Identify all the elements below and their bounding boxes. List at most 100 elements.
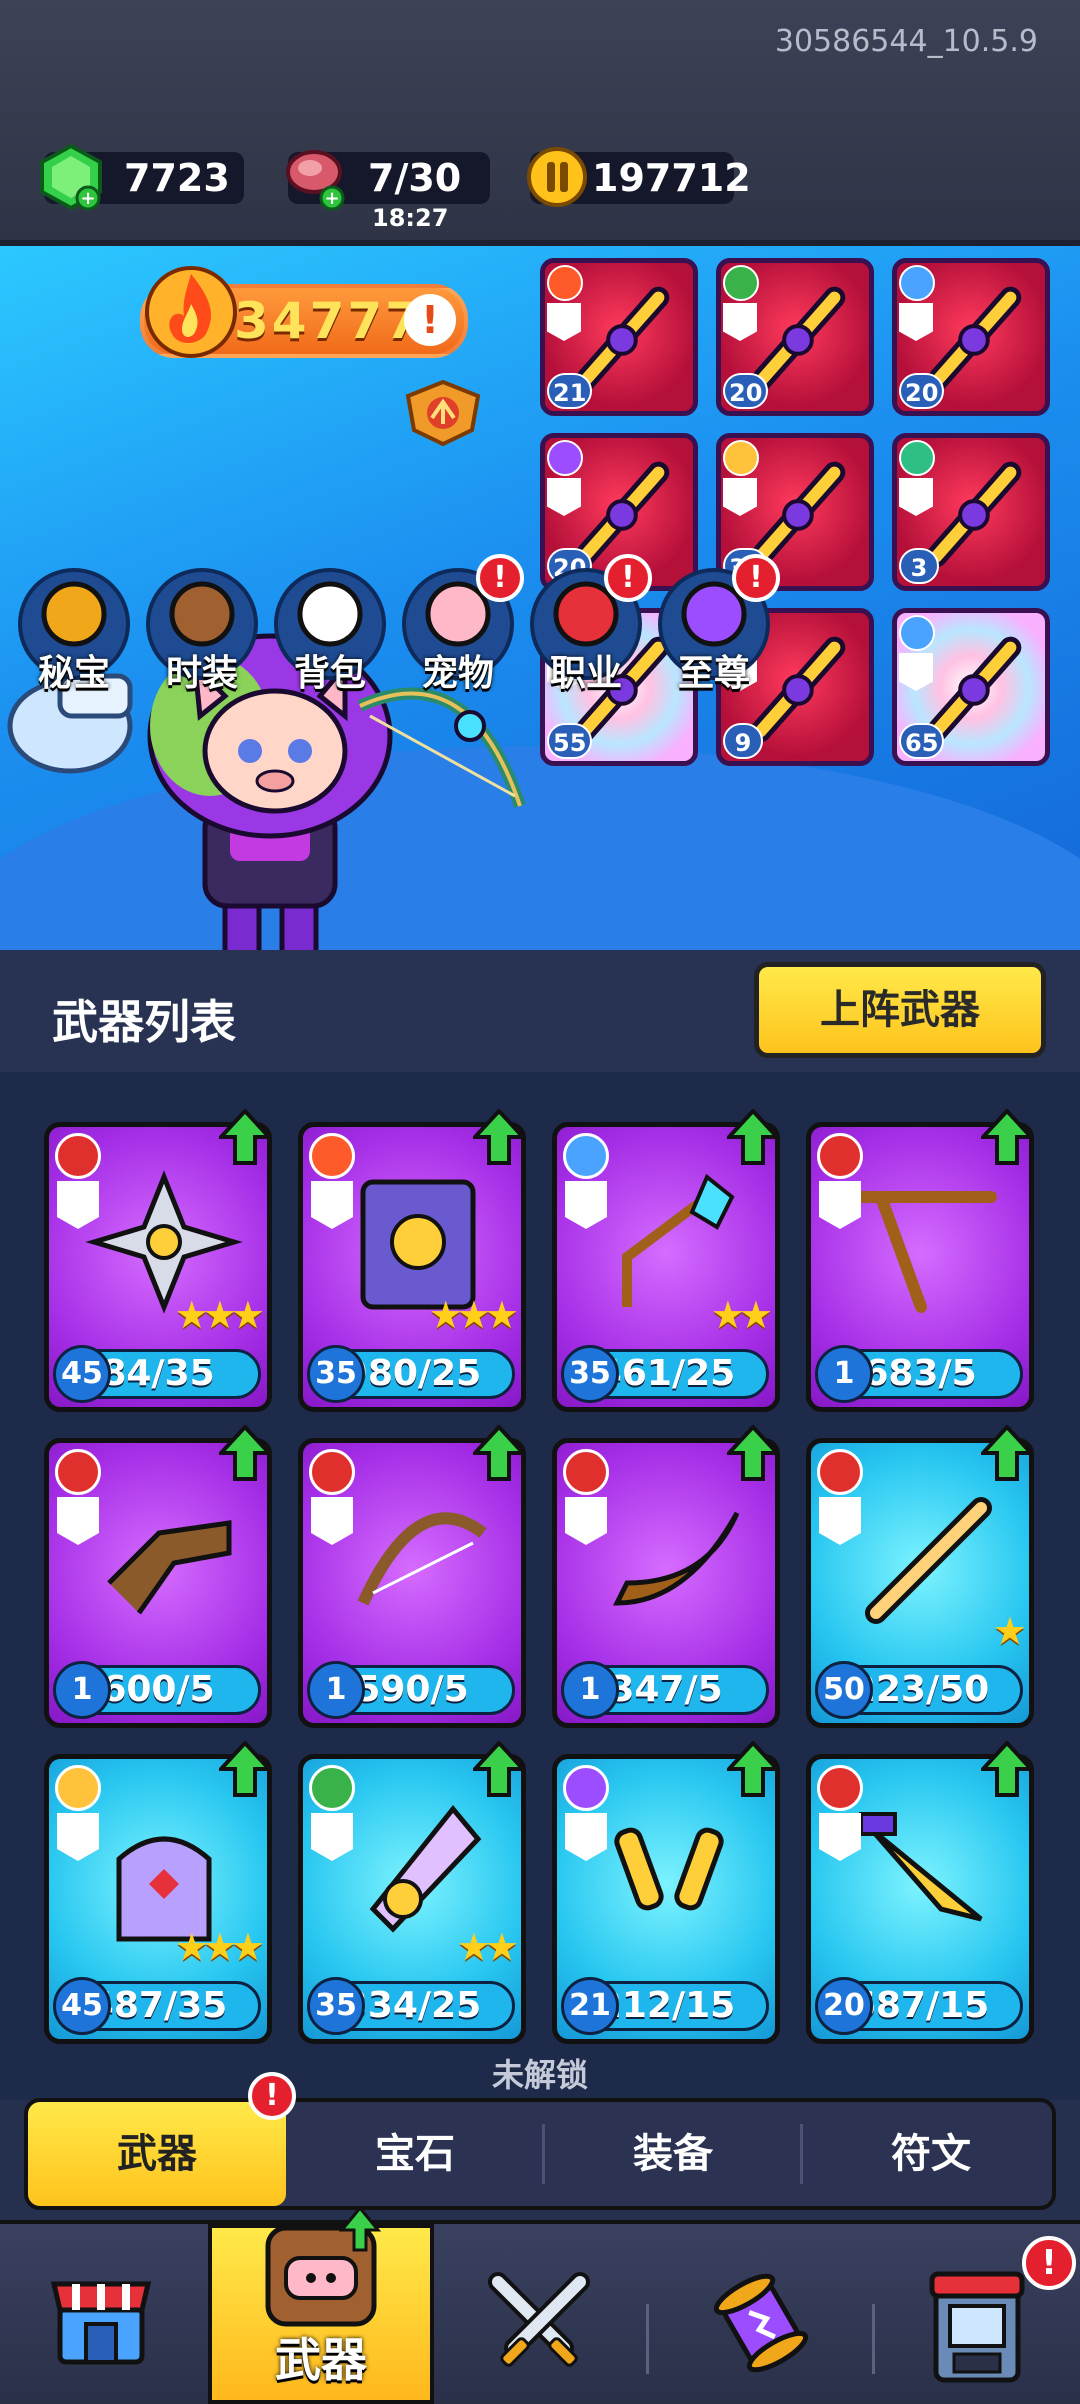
feature-button[interactable]: 宠物! <box>398 554 524 694</box>
weapon-icon <box>357 1512 487 1606</box>
equipped-weapon-slot[interactable]: 65 <box>892 608 1050 766</box>
star-rating: ★★ <box>456 1925 519 1969</box>
shop-icon <box>50 2281 152 2365</box>
weapon-card[interactable]: ★★★ 980/25 35 <box>298 1109 526 1412</box>
locked-section-label: 未解锁 <box>491 2056 588 2094</box>
equipped-weapon-level: 3 <box>899 548 939 584</box>
upgrade-arrow-icon <box>981 1425 1033 1481</box>
feature-button[interactable]: 职业! <box>526 554 652 694</box>
feature-label: 背包 <box>293 653 366 694</box>
element-icon <box>817 1449 863 1495</box>
weapon-icon <box>107 1520 232 1615</box>
element-icon <box>723 265 759 301</box>
feature-button[interactable]: 时装 <box>142 564 262 694</box>
weapon-card[interactable]: 683/5 1 <box>806 1109 1034 1412</box>
element-icon <box>547 440 583 476</box>
vending-machine-icon <box>929 2271 1025 2383</box>
weapon-level: 45 <box>53 1345 111 1403</box>
tab-gems[interactable]: 宝石 <box>286 2102 544 2206</box>
element-icon <box>55 1449 101 1495</box>
element-icon <box>899 440 935 476</box>
flame-power-icon <box>145 266 237 358</box>
coin-counter[interactable]: 197712 <box>527 147 751 207</box>
equipped-weapon-slot[interactable]: 20 <box>716 258 874 416</box>
equipped-weapon-slot[interactable]: 3 <box>892 433 1050 591</box>
energy-timer: 18:27 <box>372 204 449 232</box>
gold-coin-icon <box>527 147 587 207</box>
weapon-grid: ★★★ 84/35 45 ★★★ 980/25 35 ★★ 461/25 35 683/5 1 600… <box>0 1072 1080 2100</box>
weapon-level: 45 <box>53 1977 111 2035</box>
weapon-card[interactable]: 212/15 21 <box>552 1741 780 2044</box>
weapon-card[interactable]: 687/15 20 <box>806 1741 1034 2044</box>
deploy-weapons-button[interactable]: 上阵武器 <box>754 962 1046 1058</box>
weapon-level: 21 <box>561 1977 619 2035</box>
element-icon <box>547 265 583 301</box>
weapon-icon <box>859 1812 983 1922</box>
alert-badge: ! <box>732 554 780 602</box>
upgrade-arrow-icon <box>473 1109 525 1165</box>
equipped-weapon-level: 9 <box>723 723 763 759</box>
equipped-weapon-level: 20 <box>899 373 945 409</box>
weapon-card[interactable]: ★★★ 487/35 45 <box>44 1741 272 2044</box>
star-rating: ★ <box>992 1609 1027 1653</box>
element-icon <box>55 1765 101 1811</box>
nav-weapons-label: 武器 <box>275 2333 367 2387</box>
weapon-level: 1 <box>53 1661 111 1719</box>
element-icon <box>563 1133 609 1179</box>
element-icon <box>817 1765 863 1811</box>
equipped-weapon-slot[interactable]: 20 <box>892 258 1050 416</box>
weapon-card[interactable]: ★★ 334/25 35 <box>298 1741 526 2044</box>
weapon-level: 1 <box>307 1661 365 1719</box>
weapon-icon <box>614 1827 724 1911</box>
resource-bar: 30586544_10.5.9 + 7723 + 7/30 18:27 1977… <box>0 0 1080 246</box>
weapon-icon <box>612 1511 740 1606</box>
weapon-level: 1 <box>815 1345 873 1403</box>
gem-counter[interactable]: + 7723 <box>40 143 244 211</box>
store-alert-badge: ! <box>1022 2236 1076 2290</box>
element-icon <box>723 440 759 476</box>
feature-label: 秘宝 <box>37 653 110 694</box>
feature-button[interactable]: 秘宝 <box>14 564 134 694</box>
crossed-swords-icon <box>488 2272 590 2367</box>
weapon-card[interactable]: ★ 223/50 50 <box>806 1425 1034 1728</box>
feature-label: 时装 <box>165 653 238 694</box>
upgrade-arrow-icon <box>219 1425 271 1481</box>
weapon-level: 35 <box>561 1345 619 1403</box>
nav-shop[interactable] <box>0 2238 200 2394</box>
feature-button[interactable]: 至尊! <box>654 554 780 694</box>
upgrade-arrow-icon <box>981 1109 1033 1165</box>
upgrade-arrow-icon <box>727 1425 779 1481</box>
power-score[interactable]: 34777 ! <box>140 266 468 358</box>
star-rating: ★★★ <box>428 1293 519 1337</box>
power-info-icon[interactable]: ! <box>404 294 456 346</box>
category-tabs: 武器 ! 宝石 装备 符文 <box>24 2072 1056 2210</box>
magic-scroll-icon <box>713 2273 809 2373</box>
energy-counter[interactable]: + 7/30 <box>286 150 490 211</box>
nav-battle[interactable] <box>440 2238 640 2394</box>
weapon-card[interactable]: 590/5 1 <box>298 1425 526 1728</box>
feature-label: 至尊 <box>677 653 750 694</box>
tab-runes[interactable]: 符文 <box>802 2102 1060 2206</box>
tab-weapons[interactable]: 武器 <box>28 2102 286 2206</box>
tab-equipment[interactable]: 装备 <box>544 2102 802 2206</box>
feature-label: 职业 <box>549 653 622 694</box>
star-rating: ★★ <box>710 1293 773 1337</box>
weapon-card[interactable]: ★★ 461/25 35 <box>552 1109 780 1412</box>
weapon-card[interactable]: ★★★ 84/35 45 <box>44 1109 272 1412</box>
equipped-weapon-level: 55 <box>547 723 593 759</box>
weapon-card[interactable]: 347/5 1 <box>552 1425 780 1728</box>
equipped-weapon-slot[interactable]: 21 <box>540 258 698 416</box>
element-icon <box>309 1133 355 1179</box>
feature-button[interactable]: 背包 <box>270 564 390 694</box>
nav-scroll[interactable] <box>660 2238 860 2394</box>
equipped-weapon-level: 65 <box>899 723 945 759</box>
weapon-card[interactable]: 600/5 1 <box>44 1425 272 1728</box>
alert-badge: ! <box>476 554 524 602</box>
weapon-level: 20 <box>815 1977 873 2035</box>
green-gem-icon: + <box>40 143 102 211</box>
class-emblem-icon[interactable] <box>402 378 484 448</box>
bottom-navigation: 武器 ! <box>0 2208 1080 2404</box>
equipped-weapon-level: 21 <box>547 373 593 409</box>
nav-weapons[interactable]: 武器 <box>208 2208 434 2404</box>
element-icon <box>309 1765 355 1811</box>
